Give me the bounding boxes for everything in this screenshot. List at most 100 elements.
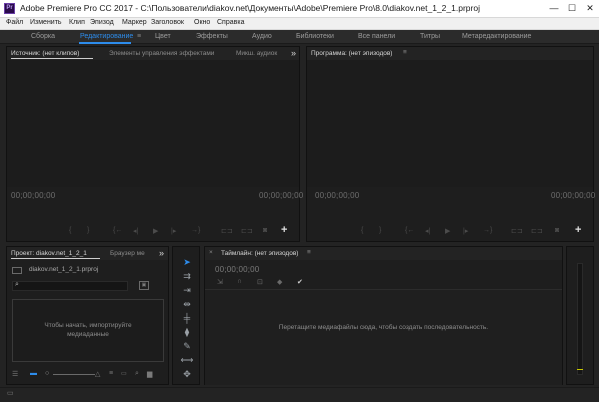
maximize-button[interactable]: ☐ xyxy=(564,1,580,15)
rate-stretch-tool-icon[interactable]: ╪ xyxy=(173,311,201,325)
menu-help[interactable]: Справка xyxy=(217,19,244,26)
slide-tool-icon[interactable]: ⟷ xyxy=(173,353,201,367)
icon-view-icon[interactable]: ▬ xyxy=(30,370,37,377)
step-back-icon[interactable]: ◂| xyxy=(425,227,430,235)
tab-audio-mixer[interactable]: Микш. аудиок xyxy=(236,50,277,57)
selection-tool-icon[interactable]: ➤ xyxy=(173,255,201,269)
go-to-out-icon[interactable]: →} xyxy=(191,227,200,234)
go-to-out-icon[interactable]: →} xyxy=(483,227,492,234)
workspace-assembly[interactable]: Сборка xyxy=(31,33,55,40)
panel-menu-icon[interactable]: ≡ xyxy=(307,249,311,256)
go-to-in-icon[interactable]: {← xyxy=(405,227,414,234)
button-editor-plus-icon[interactable]: + xyxy=(575,224,581,236)
button-editor-plus-icon[interactable]: + xyxy=(281,224,287,236)
wrench-settings-icon[interactable]: ✔ xyxy=(297,278,303,286)
tab-project[interactable]: Проект: diakov.net_1_2_1 xyxy=(11,250,87,257)
zoom-in-icon[interactable]: △ xyxy=(95,370,100,378)
hand-tool-icon[interactable]: ✥ xyxy=(173,367,201,381)
project-panel-header: Проект: diakov.net_1_2_1 Браузер ме » xyxy=(7,247,168,260)
workspace-libraries[interactable]: Библиотеки xyxy=(296,33,334,40)
sort-icon[interactable]: ≡ xyxy=(109,370,113,377)
workspace-effects[interactable]: Эффекты xyxy=(196,33,228,40)
project-filename: diakov.net_1_2_1.prproj xyxy=(29,266,99,273)
step-forward-icon[interactable]: |▸ xyxy=(463,227,468,235)
export-frame-icon[interactable]: ◙ xyxy=(263,227,267,234)
play-icon[interactable]: ▶ xyxy=(445,227,450,235)
menu-sequence[interactable]: Эпизод xyxy=(90,19,114,26)
close-button[interactable]: ✕ xyxy=(582,1,598,15)
audio-meter-level xyxy=(577,369,583,370)
workspace-all-panels[interactable]: Все панели xyxy=(358,33,395,40)
insert-icon[interactable]: ⊏⊐ xyxy=(221,227,233,235)
workspace-metalogging[interactable]: Метаредактирование xyxy=(462,33,531,40)
overwrite-icon[interactable]: ⊏⊐ xyxy=(241,227,253,235)
nest-toggle-icon[interactable]: ⇲ xyxy=(217,278,223,286)
project-empty-drop-area[interactable]: Чтобы начать, импортируйте медиаданные xyxy=(12,299,164,362)
workspace-color[interactable]: Цвет xyxy=(155,33,171,40)
premiere-app-icon: Pr xyxy=(4,3,15,14)
step-back-icon[interactable]: ◂| xyxy=(133,227,138,235)
workspace-menu-icon[interactable]: ≡ xyxy=(137,33,141,40)
track-select-tool-icon[interactable]: ⇉ xyxy=(173,269,201,283)
mark-out-icon[interactable]: } xyxy=(87,227,89,234)
program-video-area[interactable] xyxy=(307,60,593,187)
program-playhead-timecode[interactable]: 00;00;00;00 xyxy=(315,191,359,200)
tab-program[interactable]: Программа: (нет эпизодов) xyxy=(311,50,392,57)
step-forward-icon[interactable]: |▸ xyxy=(171,227,176,235)
menu-window[interactable]: Окно xyxy=(194,19,210,26)
zoom-out-icon[interactable]: ○ xyxy=(45,370,49,377)
lift-icon[interactable]: ⊏⊐ xyxy=(511,227,523,235)
slip-tool-icon[interactable]: ✎ xyxy=(173,339,201,353)
empty-hint-line1: Чтобы начать, импортируйте xyxy=(44,322,132,329)
menu-title[interactable]: Заголовок xyxy=(151,19,184,26)
menu-bar: Файл Изменить Клип Эпизод Маркер Заголов… xyxy=(0,18,599,30)
menu-edit[interactable]: Изменить xyxy=(30,19,62,26)
source-monitor-panel: Источник: (нет клипов) Элементы управлен… xyxy=(6,46,303,242)
source-video-area[interactable] xyxy=(7,60,299,187)
workspace-titles[interactable]: Титры xyxy=(420,33,440,40)
export-frame-icon[interactable]: ◙ xyxy=(555,227,559,234)
extract-icon[interactable]: ⊏⊐ xyxy=(531,227,543,235)
play-icon[interactable]: ▶ xyxy=(153,227,158,235)
workspace-audio[interactable]: Аудио xyxy=(252,33,272,40)
ripple-edit-tool-icon[interactable]: ⇥ xyxy=(173,283,201,297)
tab-source[interactable]: Источник: (нет клипов) xyxy=(11,50,79,57)
tab-media-browser[interactable]: Браузер ме xyxy=(110,250,145,257)
tab-effect-controls[interactable]: Элементы управления эффектами xyxy=(109,50,214,57)
source-panel-header: Источник: (нет клипов) Элементы управлен… xyxy=(7,47,299,60)
timeline-timecode[interactable]: 00;00;00;00 xyxy=(215,265,259,274)
menu-file[interactable]: Файл xyxy=(6,19,23,26)
workspace-editing[interactable]: Редактирование xyxy=(80,33,133,40)
linked-selection-icon[interactable]: ⊡ xyxy=(257,278,263,286)
close-tab-icon[interactable]: × xyxy=(209,249,213,256)
source-playhead-timecode[interactable]: 00;00;00;00 xyxy=(11,191,55,200)
tab-timeline[interactable]: Таймлайн: (нет эпизодов) xyxy=(221,250,298,257)
menu-marker[interactable]: Маркер xyxy=(122,19,147,26)
menu-clip[interactable]: Клип xyxy=(69,19,85,26)
mark-out-icon[interactable]: } xyxy=(379,227,381,234)
find-icon[interactable]: ⌕ xyxy=(135,370,139,378)
go-to-in-icon[interactable]: {← xyxy=(113,227,122,234)
mark-in-icon[interactable]: { xyxy=(69,227,71,234)
panel-menu-icon[interactable]: ≡ xyxy=(403,49,407,56)
automate-to-sequence-icon[interactable]: ▭ xyxy=(121,370,127,377)
rolling-edit-tool-icon[interactable]: ⇹ xyxy=(173,297,201,311)
program-duration-timecode: 00;00;00;00 xyxy=(551,191,596,200)
mark-in-icon[interactable]: { xyxy=(361,227,363,234)
search-input[interactable]: ⌕ xyxy=(12,281,128,291)
workspace-bar: Сборка Редактирование ≡ Цвет Эффекты Ауд… xyxy=(0,30,599,44)
razor-tool-icon[interactable]: ⧫ xyxy=(173,325,201,339)
title-bar: Pr Adobe Premiere Pro CC 2017 - C:\Польз… xyxy=(0,0,599,18)
overflow-chevron-icon[interactable]: » xyxy=(159,248,164,258)
status-icon: ▭ xyxy=(7,390,14,397)
active-tab-underline xyxy=(11,258,100,259)
overflow-chevron-icon[interactable]: » xyxy=(291,48,296,58)
new-bin-icon[interactable]: ▣ xyxy=(139,281,149,290)
new-bin-folder-icon[interactable]: ▆ xyxy=(147,370,152,378)
snap-icon[interactable]: ∩ xyxy=(237,278,242,285)
minimize-button[interactable]: — xyxy=(546,1,562,15)
list-view-icon[interactable]: ☰ xyxy=(12,370,18,378)
thumbnail-size-slider[interactable] xyxy=(53,374,95,375)
add-marker-icon[interactable]: ◆ xyxy=(277,278,282,286)
timeline-drop-area[interactable]: Перетащите медиафайлы сюда, чтобы создат… xyxy=(205,289,562,385)
